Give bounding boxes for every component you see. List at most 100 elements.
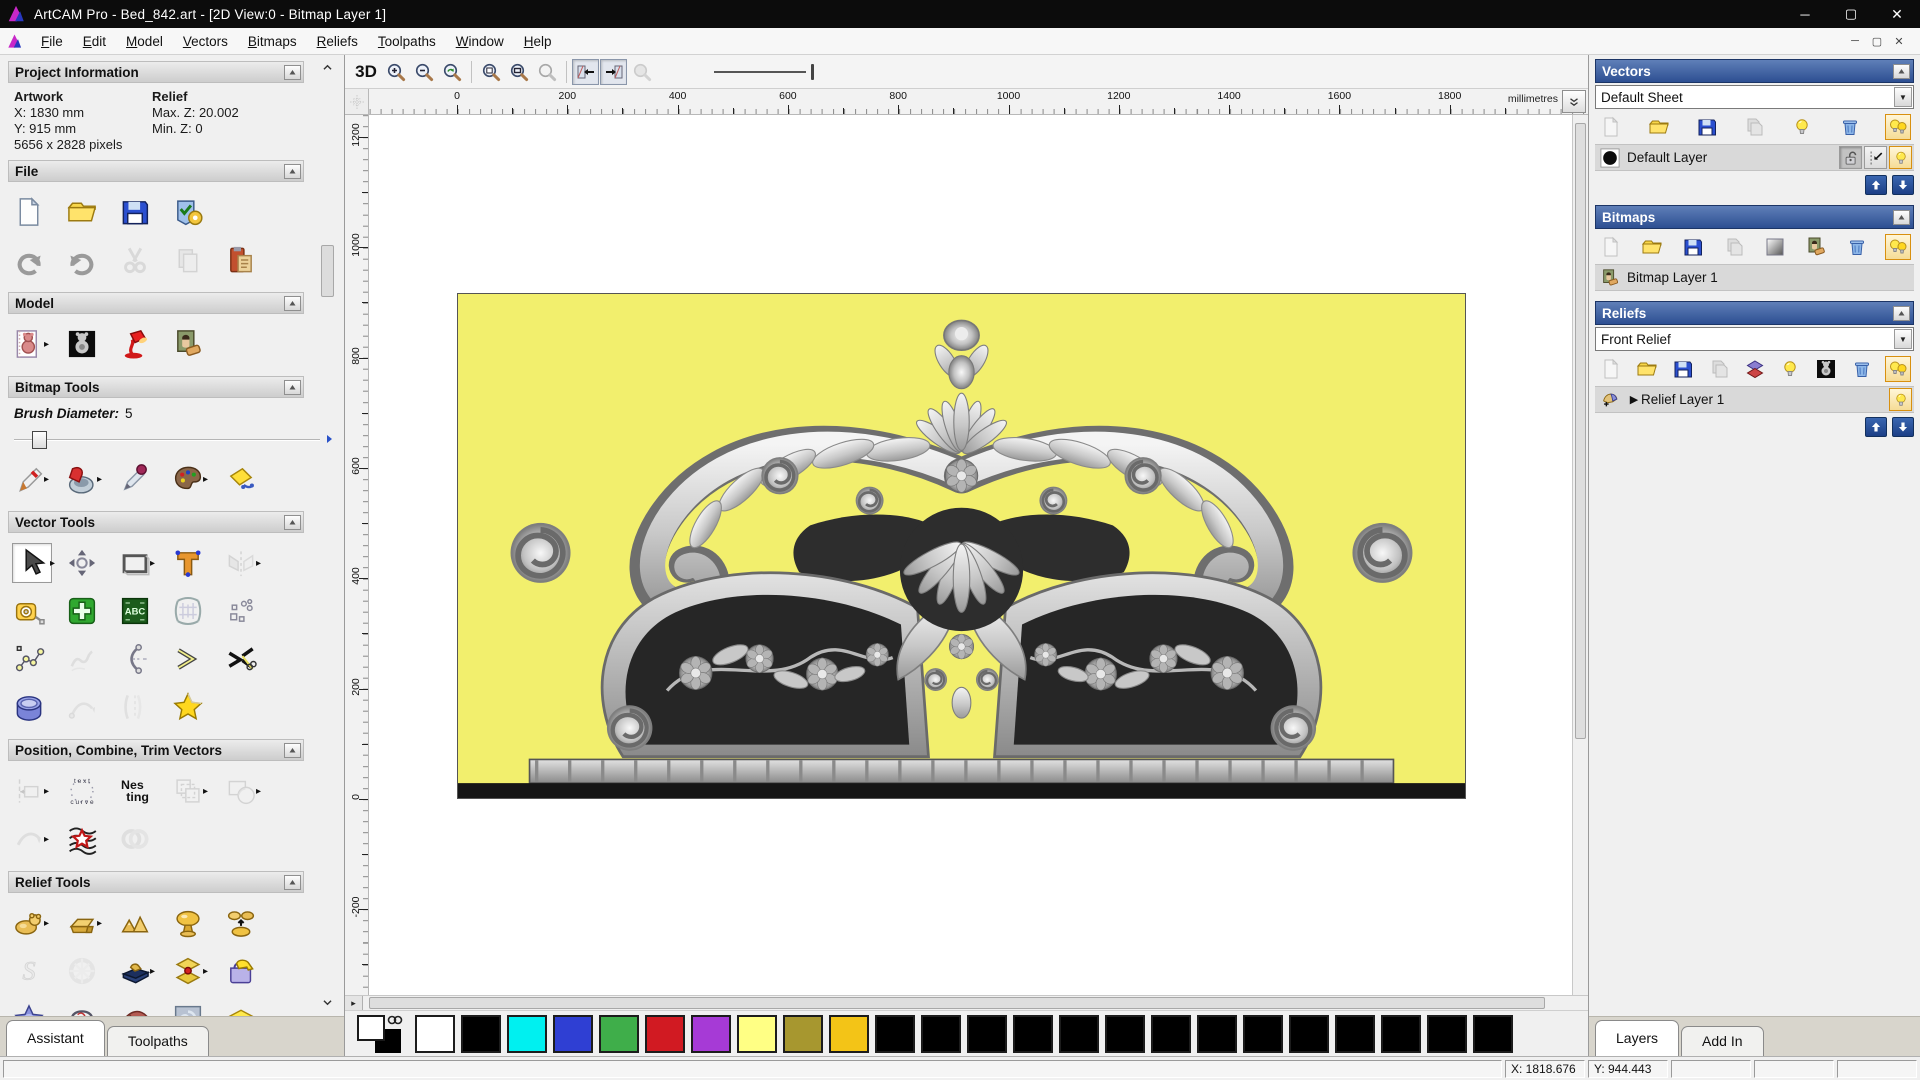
palette-colour-5[interactable] (645, 1014, 685, 1053)
expand-relief-layer-icon[interactable]: ▶ (1627, 393, 1641, 406)
zoom-out-button[interactable] (410, 59, 437, 85)
palette-colour-0[interactable] (415, 1014, 455, 1053)
palette-colour-4[interactable] (599, 1014, 639, 1053)
greyscale-relief-preview-button[interactable] (1813, 356, 1839, 382)
mdi-restore-button[interactable]: ▢ (1866, 35, 1888, 48)
extrude-relief-button[interactable]: ▸ (171, 949, 224, 993)
next-bitmap-layer-button[interactable] (600, 58, 627, 85)
palette-colour-20[interactable] (1335, 1014, 1375, 1053)
relief-artwork[interactable] (457, 293, 1466, 799)
assistant-scrollbar[interactable] (319, 59, 336, 1010)
collapse-vector-tools-button[interactable] (284, 514, 301, 530)
menu-bitmaps[interactable]: Bitmaps (238, 30, 307, 53)
dropdown-arrow-icon[interactable]: ▼ (1894, 87, 1912, 107)
vector-sheet-dropdown[interactable]: Default Sheet ▼ (1595, 85, 1914, 109)
menu-reliefs[interactable]: Reliefs (307, 30, 368, 53)
clear-bitmap-button[interactable] (171, 322, 224, 366)
palette-colour-9[interactable] (829, 1014, 869, 1053)
smooth-relief-button[interactable] (171, 901, 224, 945)
palette-colour-11[interactable] (921, 1014, 961, 1053)
fill-vectors-button[interactable] (224, 457, 277, 501)
flyout-arrow-icon[interactable]: ▸ (50, 558, 55, 569)
open-bitmap-layer-button[interactable] (1639, 234, 1665, 260)
pane-splitter-button[interactable]: ▸ (345, 996, 363, 1010)
palette-colour-13[interactable] (1013, 1014, 1053, 1053)
collapse-project-info-button[interactable] (284, 64, 301, 80)
palette-colour-7[interactable] (737, 1014, 777, 1053)
menu-toolpaths[interactable]: Toolpaths (368, 30, 446, 53)
tab-add-in[interactable]: Add In (1681, 1026, 1764, 1056)
save-relief-layer-button[interactable] (1670, 356, 1696, 382)
scroll-up-icon[interactable] (319, 59, 336, 75)
flyout-arrow-icon[interactable]: ▸ (44, 339, 49, 350)
relief-layer-name[interactable]: Relief Layer 1 (1641, 392, 1889, 407)
nesting-button[interactable]: Nes ting (118, 769, 171, 813)
vector-layer-name[interactable]: Default Layer (1627, 150, 1839, 165)
offset-vectors-button[interactable] (12, 685, 65, 729)
palette-colour-21[interactable] (1381, 1014, 1421, 1053)
flyout-arrow-icon[interactable]: ▸ (150, 558, 155, 569)
greyscale-from-model-button[interactable] (65, 322, 118, 366)
minimize-button[interactable]: ─ (1782, 0, 1828, 28)
save-model-button[interactable] (118, 190, 171, 234)
zoom-objects-button[interactable] (477, 59, 504, 85)
menu-window[interactable]: Window (446, 30, 514, 53)
relief-visibility-button[interactable] (1889, 388, 1912, 411)
menu-help[interactable]: Help (514, 30, 562, 53)
vector-layer-row[interactable]: Default Layer (1595, 144, 1914, 171)
flyout-arrow-icon[interactable]: ▸ (203, 966, 208, 977)
flyout-arrow-icon[interactable]: ▸ (97, 918, 102, 929)
show-all-bitmap-layers-button[interactable] (1885, 234, 1911, 260)
create-text-button[interactable] (171, 541, 224, 585)
colour-picker-button[interactable] (118, 457, 171, 501)
open-relief-layer-button[interactable] (1634, 356, 1660, 382)
delete-bitmap-layer-button[interactable] (1844, 234, 1870, 260)
two-rail-sweep-button[interactable] (65, 997, 118, 1016)
menu-edit[interactable]: Edit (73, 30, 116, 53)
layer-visibility-button[interactable] (1889, 146, 1912, 169)
link-colours-icon[interactable] (387, 1013, 403, 1027)
paint-brush-button[interactable]: ▸ (12, 457, 65, 501)
brush-diameter-slider[interactable] (14, 431, 332, 449)
collapse-position-tools-button[interactable] (284, 742, 301, 758)
scroll-down-icon[interactable] (319, 994, 336, 1010)
menu-vectors[interactable]: Vectors (173, 30, 238, 53)
bitmap-layer-row[interactable]: Bitmap Layer 1 (1595, 264, 1914, 291)
palette-colour-10[interactable] (875, 1014, 915, 1053)
zoom-fit-button[interactable] (505, 59, 532, 85)
collapse-model-button[interactable] (284, 295, 301, 311)
greyscale-bitmap-button[interactable] (1762, 234, 1788, 260)
collapse-bitmap-tools-button[interactable] (284, 379, 301, 395)
move-layer-down-button[interactable] (1892, 175, 1914, 195)
mdi-minimize-button[interactable]: ─ (1844, 35, 1866, 47)
delete-relief-layer-button[interactable] (1849, 356, 1875, 382)
drawing-viewport[interactable] (369, 115, 1572, 995)
toggle-relief-visibility-button[interactable] (1777, 356, 1803, 382)
palette-colour-23[interactable] (1473, 1014, 1513, 1053)
move-layer-up-button[interactable] (1865, 175, 1887, 195)
cut-vectors-button[interactable] (224, 637, 277, 681)
model-from-image-button[interactable]: ▸ (12, 322, 65, 366)
view-3d-button[interactable]: 3D (351, 59, 381, 85)
envelope-distort-button[interactable] (171, 589, 224, 633)
palette-colour-18[interactable] (1243, 1014, 1283, 1053)
create-rectangle-button[interactable]: ▸ (118, 541, 171, 585)
flood-fill-button[interactable]: ▸ (65, 457, 118, 501)
show-all-vector-layers-button[interactable] (1884, 114, 1911, 140)
undo-button[interactable] (12, 238, 65, 282)
paste-special-button[interactable] (224, 238, 277, 282)
relief-layer-row[interactable]: ▶ Relief Layer 1 (1595, 386, 1914, 413)
create-bevel-button[interactable] (171, 637, 224, 681)
primary-colour-swatch[interactable] (357, 1014, 385, 1041)
flyout-arrow-icon[interactable]: ▸ (203, 474, 208, 485)
combine-reliefs-button[interactable] (224, 901, 277, 945)
scrollbar-thumb[interactable] (321, 245, 334, 297)
new-model-button[interactable] (12, 190, 65, 234)
vertical-scrollbar[interactable] (1572, 115, 1588, 995)
layer-colour-swatch[interactable] (1599, 147, 1621, 169)
menu-model[interactable]: Model (116, 30, 173, 53)
bitmap-layer-name[interactable]: Bitmap Layer 1 (1627, 270, 1914, 285)
primary-secondary-colours[interactable] (355, 1013, 407, 1055)
lock-layer-button[interactable] (1839, 146, 1862, 169)
tab-assistant[interactable]: Assistant (6, 1020, 105, 1056)
